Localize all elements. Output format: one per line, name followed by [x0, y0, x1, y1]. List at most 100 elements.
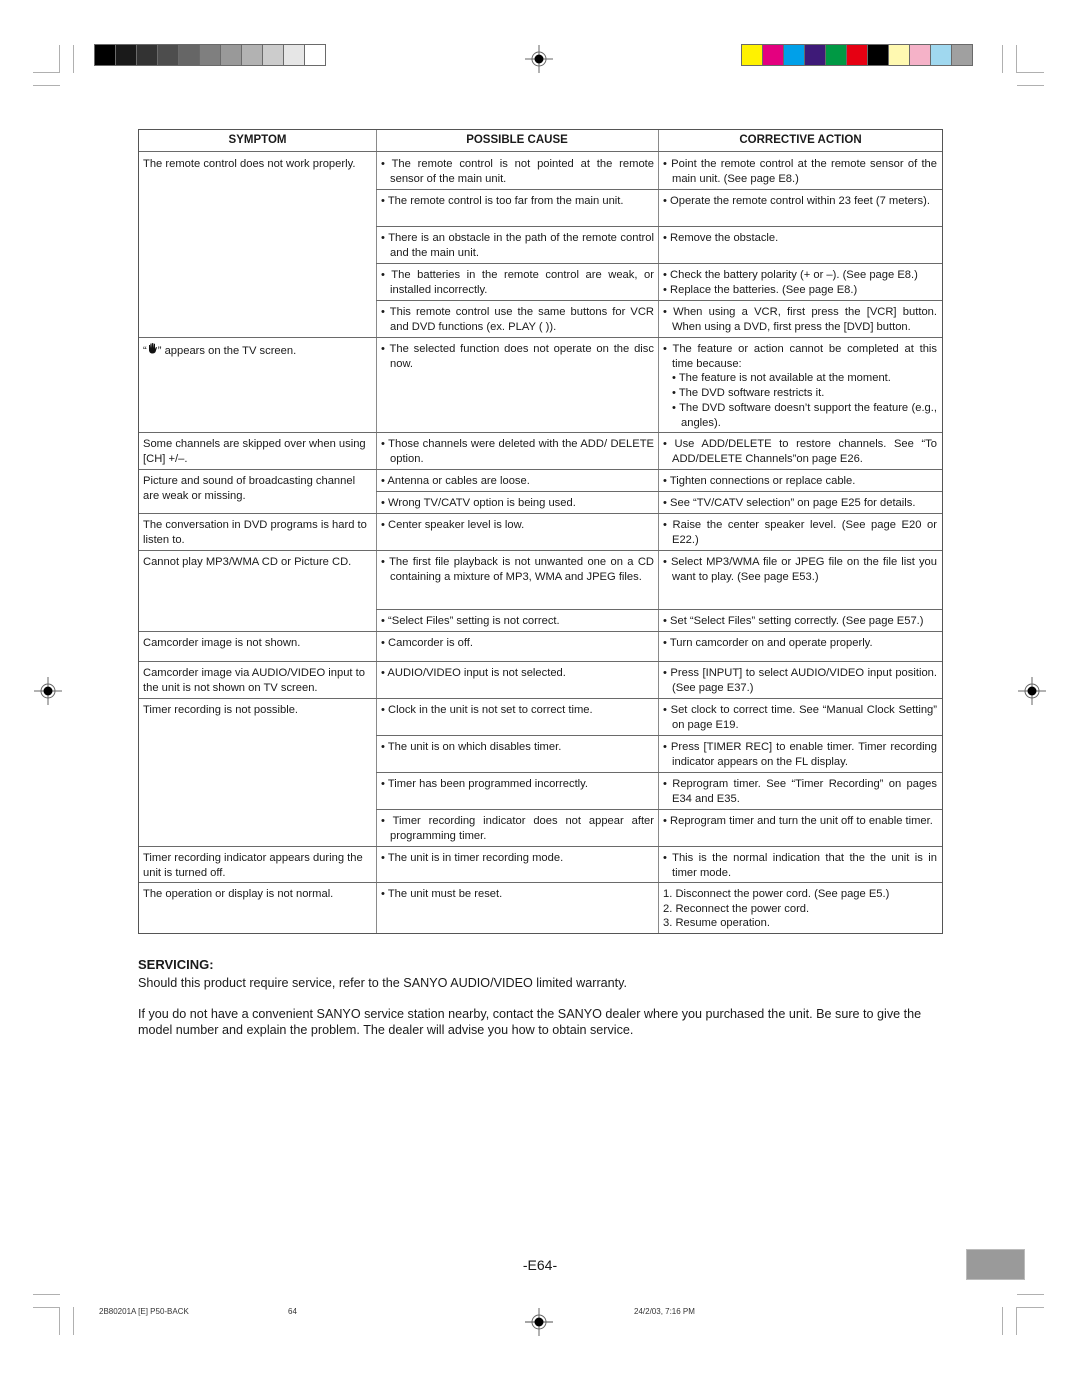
cause-text: • Wrong TV/CATV option is being used.: [381, 497, 576, 509]
calibration-swatch: [221, 45, 241, 65]
action-text: Reprogram timer. See “Timer Recording” o…: [672, 778, 937, 805]
action-text: Raise the center speaker level. (See pag…: [672, 519, 938, 546]
action-cell: • Set clock to correct time. See “Manual…: [663, 703, 937, 732]
action-cell: • Select MP3/WMA file or JPEG file on th…: [663, 555, 937, 584]
calibration-swatch: [847, 45, 867, 65]
action-item: • Turn camcorder on and operate properly…: [663, 637, 873, 649]
row-divider: [139, 846, 942, 847]
numbered-action: 3. Resume operation.: [663, 917, 770, 930]
action-item: • When using a VCR, first press the [VCR…: [663, 306, 937, 333]
header-symptom: SYMPTOM: [228, 134, 287, 146]
action-cell: • This is the normal indication that the…: [663, 851, 937, 880]
row-divider: [139, 631, 942, 632]
row-divider: [139, 337, 942, 338]
grayscale-calibration-bar: [94, 44, 326, 66]
action-text: Remove the obstacle.: [670, 232, 779, 244]
action-text: See “TV/CATV selection” on page E25 for …: [670, 497, 916, 509]
cause-label: Timer has been programmed incorrectly.: [387, 778, 589, 790]
action-cell: • See “TV/CATV selection” on page E25 fo…: [663, 496, 937, 511]
action-text: Tighten connections or replace cable.: [669, 475, 856, 487]
action-cell: • Reprogram timer and turn the unit off …: [663, 814, 937, 829]
cause-label: This remote control use the same buttons…: [389, 306, 654, 333]
header-corrective-action: CORRECTIVE ACTION: [739, 134, 862, 146]
action-cell: • Point the remote control at the remote…: [663, 157, 937, 186]
action-item: • See “TV/CATV selection” on page E25 fo…: [663, 497, 916, 509]
action-item: • Check the battery polarity (+ or –). (…: [663, 269, 918, 281]
action-cell: • Turn camcorder on and operate properly…: [663, 636, 937, 651]
cause-cell: • Those channels were deleted with the A…: [381, 437, 654, 466]
action-text: Use ADD/DELETE to restore channels. See …: [672, 438, 937, 465]
calibration-swatch: [200, 45, 220, 65]
cause-cell: • The unit is in timer recording mode.: [381, 851, 654, 866]
cause-label: There is an obstacle in the path of the …: [388, 232, 654, 259]
action-sub-text: The DVD software restricts it.: [678, 387, 825, 400]
servicing-paragraph-2: If you do not have a convenient SANYO se…: [138, 1007, 922, 1037]
header-possible-cause: POSSIBLE CAUSE: [466, 134, 568, 146]
symptom-cell: Timer recording is not possible.: [143, 704, 299, 716]
calibration-swatch: [137, 45, 157, 65]
action-item: • Tighten connections or replace cable.: [663, 475, 856, 487]
cause-label: Those channels were deleted with the ADD…: [388, 438, 654, 465]
cause-text: • The unit is on which disables timer.: [381, 741, 562, 753]
row-divider: [139, 698, 942, 699]
cause-cell: • The first file playback is not unwante…: [381, 555, 654, 584]
cause-cell: • Wrong TV/CATV option is being used.: [381, 496, 654, 511]
cause-text: • Those channels were deleted with the A…: [381, 438, 654, 465]
column-divider: [658, 130, 659, 933]
action-text: Turn camcorder on and operate properly.: [669, 637, 873, 649]
row-divider: [139, 550, 942, 551]
cause-cell: • This remote control use the same butto…: [381, 305, 654, 334]
calibration-swatch: [763, 45, 783, 65]
crop-mark: [1016, 45, 1017, 73]
sub-row-divider: [376, 735, 942, 736]
cause-text: • The unit must be reset.: [381, 888, 503, 900]
action-cell: • Remove the obstacle.: [663, 231, 937, 246]
cause-cell: • The unit is on which disables timer.: [381, 740, 654, 755]
action-cell: • The feature or action cannot be comple…: [663, 342, 937, 430]
crop-mark: [1017, 1294, 1044, 1295]
calibration-swatch: [868, 45, 888, 65]
crop-mark: [59, 1307, 60, 1335]
calibration-swatch: [95, 45, 115, 65]
crop-mark: [59, 45, 60, 73]
action-text: Reprogram timer and turn the unit off to…: [670, 815, 933, 827]
action-sub-text: The feature is not available at the mome…: [678, 372, 891, 385]
crop-mark: [1017, 85, 1044, 86]
symptom-cell: “” appears on the TV screen.: [143, 342, 371, 359]
calibration-swatch: [742, 45, 762, 65]
action-item: • Point the remote control at the remote…: [663, 158, 937, 185]
servicing-title: SERVICING:: [138, 957, 214, 972]
crop-mark: [33, 72, 60, 73]
action-cell: • Press [TIMER REC] to enable timer. Tim…: [663, 740, 937, 769]
cause-label: The unit is in timer recording mode.: [387, 852, 564, 864]
cause-cell: • AUDIO/VIDEO input is not selected.: [381, 666, 654, 681]
action-item: • Set clock to correct time. See “Manual…: [663, 704, 937, 731]
cause-cell: • Center speaker level is low.: [381, 518, 654, 533]
symptom-cell: Timer recording indicator appears during…: [143, 852, 363, 879]
action-cell: • Press [INPUT] to select AUDIO/VIDEO in…: [663, 666, 937, 695]
calibration-swatch: [931, 45, 951, 65]
crop-mark: [33, 1294, 60, 1295]
action-cell: • Set “Select Files” setting correctly. …: [663, 614, 937, 629]
cause-label: Center speaker level is low.: [388, 519, 525, 531]
cause-text: • Timer recording indicator does not app…: [381, 815, 654, 842]
action-item: • This is the normal indication that the…: [663, 852, 937, 879]
cause-text: • The batteries in the remote control ar…: [381, 269, 654, 296]
calibration-swatch: [284, 45, 304, 65]
action-item: • The feature or action cannot be comple…: [663, 343, 937, 370]
cause-cell: • The remote control is too far from the…: [381, 194, 654, 209]
cause-text: • Camcorder is off.: [381, 637, 474, 649]
calibration-swatch: [116, 45, 136, 65]
symptom-cell: Cannot play MP3/WMA CD or Picture CD.: [143, 556, 352, 568]
cause-text: • Antenna or cables are loose.: [381, 475, 530, 487]
symptom-cell: The operation or display is not normal.: [143, 888, 334, 900]
cause-cell: • The remote control is not pointed at t…: [381, 157, 654, 186]
cause-label: Camcorder is off.: [388, 637, 474, 649]
registration-mark-icon: [1018, 677, 1046, 705]
action-item: • Replace the batteries. (See page E8.): [663, 283, 858, 296]
crop-mark: [33, 85, 60, 86]
footer-page: 64: [288, 1307, 297, 1316]
action-cell: 1. Disconnect the power cord. (See page …: [663, 887, 937, 931]
registration-mark-icon: [525, 1308, 553, 1336]
symptom-cell: Camcorder image is not shown.: [143, 637, 301, 649]
